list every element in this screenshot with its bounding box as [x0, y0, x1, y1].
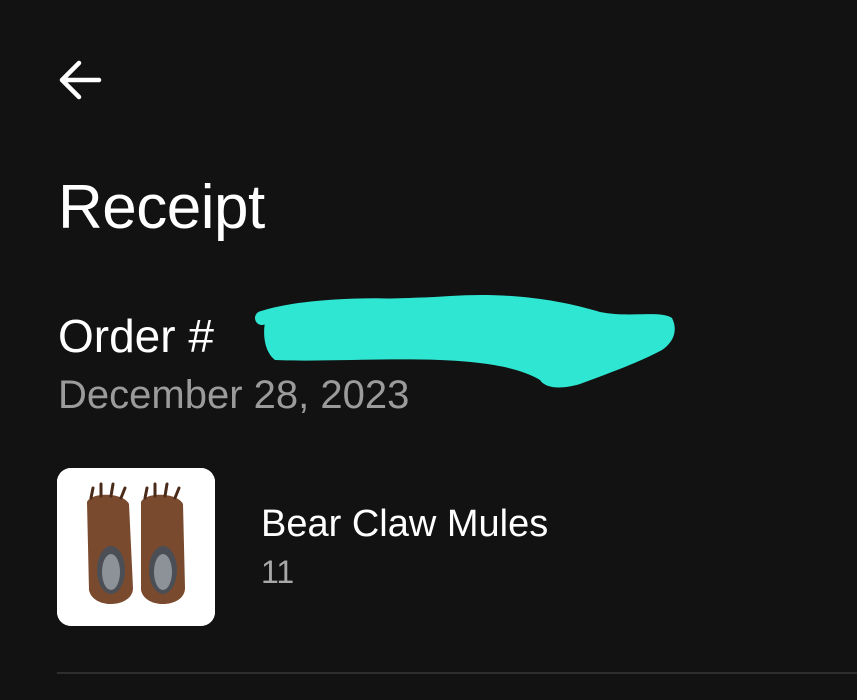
page-title: Receipt [58, 173, 265, 242]
order-number: Order # [58, 306, 214, 366]
order-date: December 28, 2023 [58, 373, 410, 417]
receipt-screen: Receipt Order # December 28, 2023 Bear C… [0, 0, 857, 700]
divider [57, 672, 857, 674]
arrow-left-icon [59, 60, 102, 100]
product-name: Bear Claw Mules [261, 503, 549, 545]
product-info: Bear Claw Mules 11 [261, 468, 548, 626]
back-button[interactable] [52, 52, 108, 108]
order-number-label: Order # [58, 310, 214, 362]
product-size: 11 [261, 554, 295, 590]
bear-claw-mules-image [57, 468, 215, 626]
list-item[interactable]: Bear Claw Mules 11 [57, 468, 857, 626]
product-thumbnail [57, 468, 215, 626]
